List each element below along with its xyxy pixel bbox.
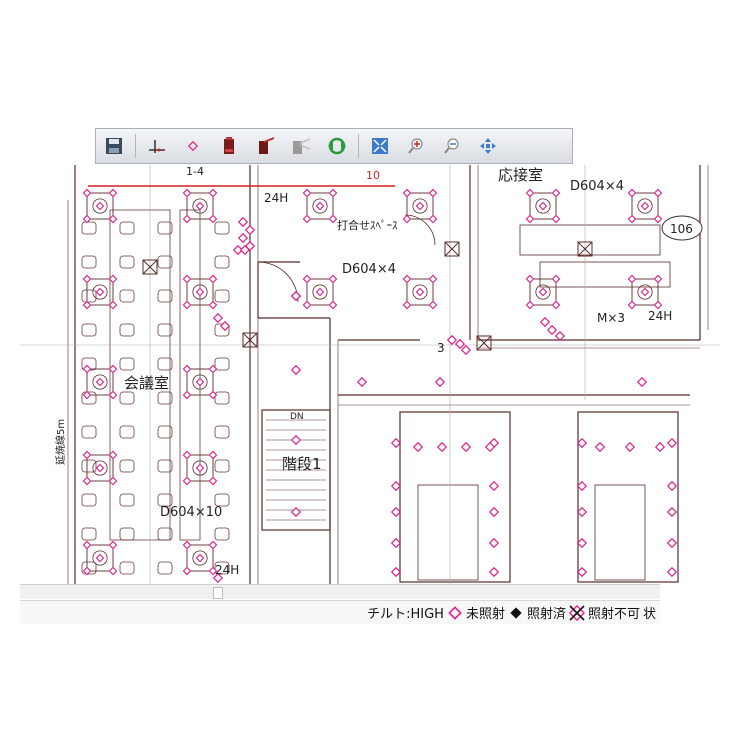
toolbar bbox=[95, 128, 573, 164]
toolbar-separator bbox=[358, 134, 359, 158]
label-24h: 24H bbox=[264, 191, 288, 205]
measure-value: 10 bbox=[366, 169, 380, 182]
label-24h: 24H bbox=[648, 309, 672, 323]
device-gray-icon bbox=[293, 138, 311, 154]
point-button[interactable] bbox=[175, 129, 211, 163]
fit-screen-icon bbox=[372, 138, 388, 154]
point-icon bbox=[187, 140, 199, 152]
axis-icon bbox=[149, 140, 165, 153]
refresh-button[interactable] bbox=[319, 129, 355, 163]
toolbar-separator bbox=[135, 134, 136, 158]
zoom-out-button[interactable] bbox=[434, 129, 470, 163]
not-possible-icon bbox=[568, 604, 585, 621]
scrollbar-thumb[interactable] bbox=[213, 587, 223, 599]
device-gray-button[interactable] bbox=[283, 129, 319, 163]
refresh-icon bbox=[328, 137, 346, 155]
label-meeting-space: 打合せｽﾍﾟｰｽ bbox=[337, 218, 398, 232]
floor-plan-viewer[interactable]: 10 1-4 24H 打合せｽﾍﾟｰｽ 応接室 D604×4 D604×4 10… bbox=[0, 0, 750, 750]
device-red-button[interactable] bbox=[211, 129, 247, 163]
axis-button[interactable] bbox=[139, 129, 175, 163]
label-stairs: 階段1 bbox=[282, 455, 322, 473]
label-reception: 応接室 bbox=[498, 166, 543, 184]
status-bar: チルト:HIGH 未照射 照射済 照射不可 状 bbox=[20, 600, 660, 624]
label-code: 1-4 bbox=[186, 165, 204, 178]
device-red-icon bbox=[224, 137, 234, 154]
device-red-tilt-icon bbox=[259, 137, 275, 154]
label-conference: 会議室 bbox=[124, 374, 169, 392]
zoom-in-icon bbox=[408, 138, 423, 154]
label-24h: 24H bbox=[215, 563, 239, 577]
label-d604x4: D604×4 bbox=[570, 179, 624, 194]
zoom-out-icon bbox=[444, 138, 459, 154]
label-d604x10: D604×10 bbox=[160, 505, 222, 520]
device-tilt-button[interactable] bbox=[247, 129, 283, 163]
legend-not-possible: 照射不可 bbox=[587, 607, 640, 622]
zoom-in-button[interactable] bbox=[398, 129, 434, 163]
label-mx3: M×3 bbox=[597, 311, 625, 325]
legend-irradiated: 照射済 bbox=[526, 607, 566, 622]
state-label: 状 bbox=[642, 607, 656, 622]
horizontal-scrollbar[interactable] bbox=[20, 584, 660, 599]
legend-not-irradiated: 未照射 bbox=[465, 607, 505, 622]
pan-icon bbox=[480, 138, 496, 154]
label-extension: 延焼線5m bbox=[54, 419, 67, 465]
label-room-106: 106 bbox=[670, 222, 693, 236]
label-number: 3 bbox=[437, 341, 445, 355]
floor-plan-canvas[interactable]: 10 1-4 24H 打合せｽﾍﾟｰｽ 応接室 D604×4 D604×4 10… bbox=[0, 0, 750, 600]
save-icon bbox=[106, 138, 122, 154]
fit-screen-button[interactable] bbox=[362, 129, 398, 163]
tilt-status: チルト:HIGH bbox=[367, 607, 444, 622]
save-button[interactable] bbox=[96, 129, 132, 163]
label-d604x4: D604×4 bbox=[342, 262, 396, 277]
pan-button[interactable] bbox=[470, 129, 506, 163]
irradiated-icon bbox=[508, 605, 524, 621]
not-irradiated-icon bbox=[447, 605, 463, 621]
label-dn: DN bbox=[290, 412, 304, 422]
